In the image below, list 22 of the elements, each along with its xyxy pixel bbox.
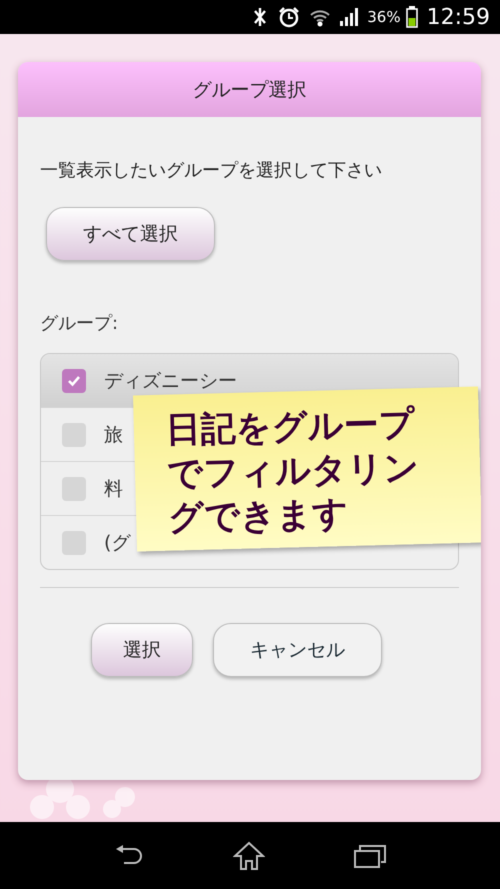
select-all-button[interactable]: すべて選択 [46,207,215,261]
home-icon[interactable] [232,840,265,870]
alarm-icon [278,6,300,28]
clock-time: 12:59 [426,4,490,30]
checkbox[interactable] [62,476,86,500]
dialog-title: グループ選択 [192,78,306,102]
checkmark-icon [67,374,81,386]
battery-percent: 36% [367,8,401,26]
select-button[interactable]: 選択 [91,623,193,677]
group-name: 旅 [104,422,123,448]
checkbox[interactable] [62,422,86,446]
battery-icon [406,6,418,28]
checkbox[interactable] [62,368,86,392]
group-name: ディズニーシー [104,368,237,394]
group-label: グループ: [40,312,120,335]
checkbox[interactable] [62,530,86,554]
dialog-message: 一覧表示したいグループを選択して下さい [40,159,383,183]
signal-icon [340,8,358,26]
recent-apps-icon[interactable] [354,844,386,868]
group-name: 料 [104,476,123,502]
cancel-button[interactable]: キャンセル [213,623,382,677]
group-name: (グ [104,530,130,556]
